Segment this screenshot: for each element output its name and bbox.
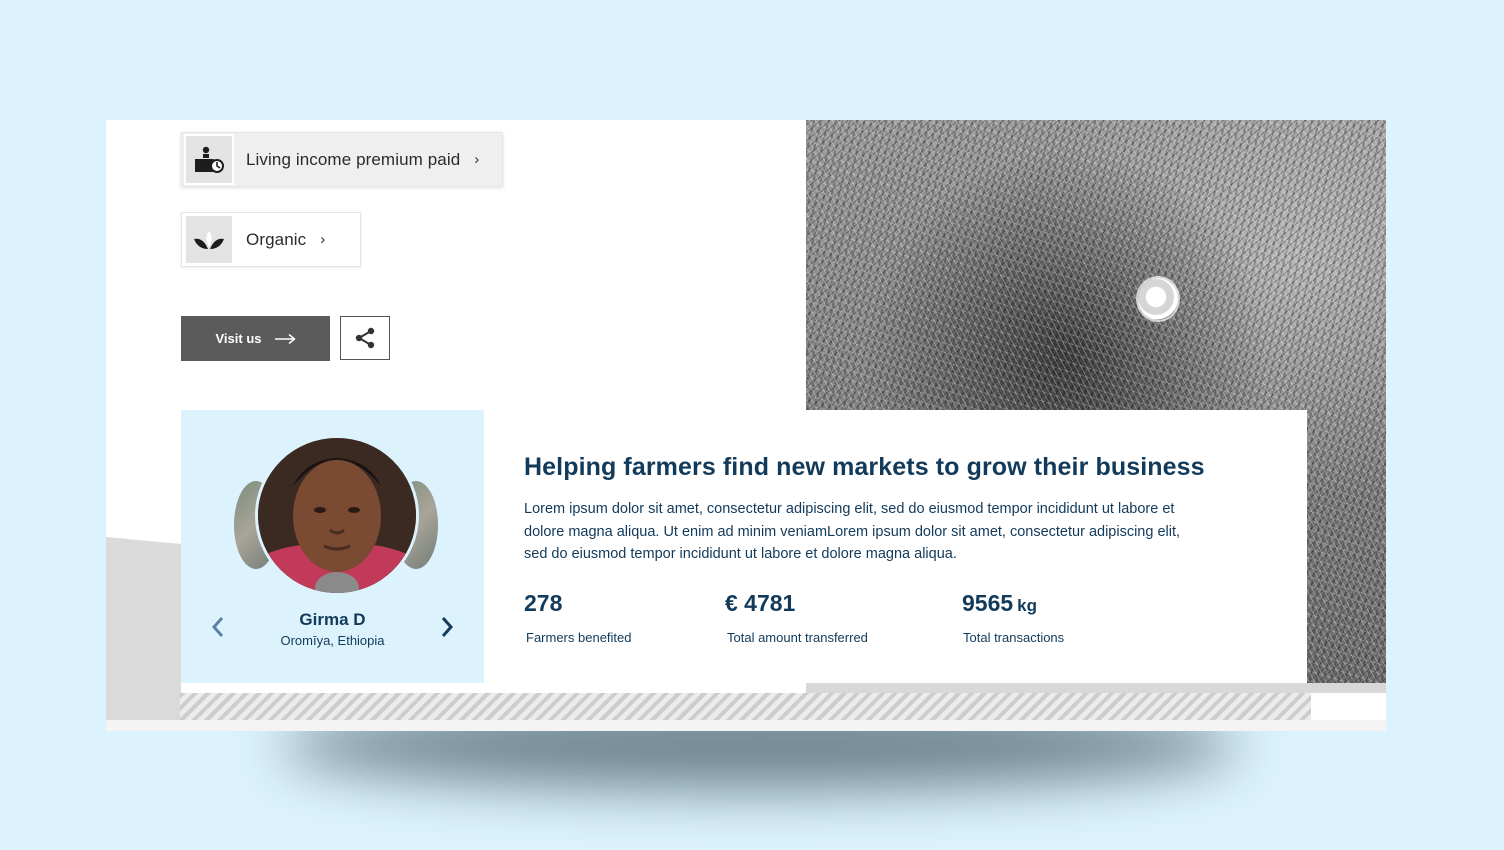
farm-card: Living income premium paid › Organic › V…: [106, 120, 1386, 731]
stat-value-transactions: 9565 kg: [962, 590, 1037, 617]
story-body: Lorem ipsum dolor sit amet, consectetur …: [524, 501, 1181, 562]
certification-label: Organic: [246, 229, 307, 249]
chevron-right-icon: ›: [320, 231, 326, 248]
visit-us-button[interactable]: Visit us: [181, 316, 330, 361]
stat-number: 9565: [962, 590, 1014, 616]
hand-coin-icon: [184, 134, 234, 185]
share-button[interactable]: [340, 316, 390, 360]
certification-organic[interactable]: Organic ›: [181, 212, 361, 267]
stat-number: € 4781: [725, 590, 796, 616]
stat-label-farmers: Farmers benefited: [526, 630, 632, 645]
story-headline: Helping farmers find new markets to grow…: [524, 453, 1205, 481]
story-panel: Helping farmers find new markets to grow…: [484, 410, 1307, 683]
arrow-right-icon: [274, 333, 296, 344]
stat-unit: kg: [1017, 596, 1038, 615]
bottom-strip: [106, 720, 1386, 731]
farmer-profile: Girma D Oromīya, Ethiopia: [181, 410, 484, 683]
farmer-name: Girma D: [299, 610, 366, 629]
visit-us-label: Visit us: [215, 331, 262, 346]
photo-base-band: [806, 683, 1386, 693]
stat-value-amount: € 4781: [725, 590, 795, 617]
leaf-icon: [184, 214, 234, 265]
map-pin-icon[interactable]: [1138, 278, 1178, 320]
farmer-location: Oromīya, Ethiopia: [280, 633, 385, 648]
stat-label-transactions: Total transactions: [963, 630, 1065, 645]
chevron-right-icon: ›: [474, 151, 480, 168]
stat-number: 278: [524, 590, 563, 616]
share-icon: [355, 327, 375, 349]
certification-living-income[interactable]: Living income premium paid ›: [181, 132, 503, 187]
hatched-divider: [180, 693, 1311, 723]
certification-label: Living income premium paid: [246, 149, 461, 169]
stat-label-amount: Total amount transferred: [727, 630, 868, 645]
avatar: [255, 435, 419, 596]
stat-value-farmers: 278: [524, 590, 562, 617]
